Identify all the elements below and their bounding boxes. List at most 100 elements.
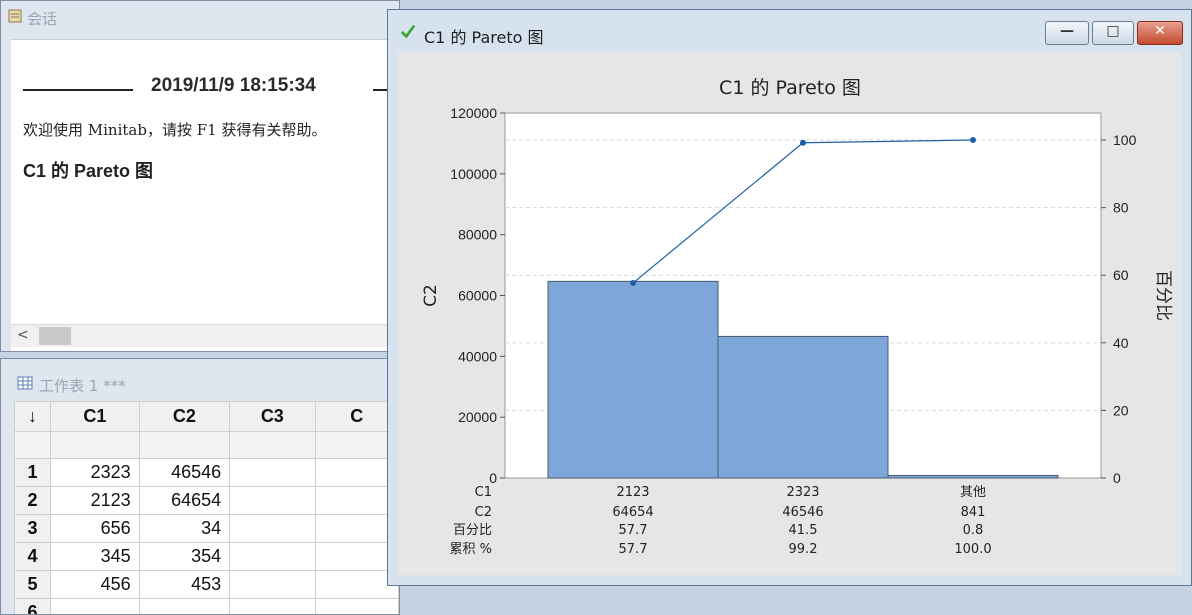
table-cell-value: 46546 (782, 505, 823, 520)
minimize-button[interactable]: — (1045, 21, 1089, 45)
table-row-label: C1 (475, 485, 492, 500)
y2-axis-label: 百分比 (1153, 270, 1173, 321)
table-cell-value: 64654 (612, 505, 653, 520)
y2-tick-label: 80 (1113, 200, 1129, 216)
cell[interactable]: 46546 (138, 458, 231, 487)
table-cell-value: 2123 (616, 485, 649, 500)
cell[interactable]: 456 (50, 570, 140, 599)
y-tick-label: 80000 (458, 227, 497, 243)
column-header[interactable]: C2 (138, 401, 231, 432)
close-icon: ✕ (1154, 23, 1166, 39)
bar (717, 335, 889, 479)
column-header[interactable]: C (314, 401, 399, 432)
table-cell-value: 57.7 (619, 523, 648, 538)
scroll-thumb[interactable] (39, 327, 71, 345)
table-cell-value: 其他 (960, 485, 986, 500)
column-name-cell[interactable] (314, 431, 399, 459)
session-titlebar[interactable]: 会话 (1, 1, 399, 31)
cell[interactable] (314, 542, 399, 571)
cumulative-percent-point (800, 139, 806, 146)
session-window: 会话 2019/11/9 18:15:34 欢迎使用 Minitab，请按 F1… (0, 0, 401, 352)
table-cell-value: 841 (961, 505, 986, 520)
cell[interactable] (229, 598, 316, 614)
row-number[interactable]: 3 (14, 514, 52, 543)
cell[interactable] (314, 514, 399, 543)
pareto-graph-window: C1 的 Pareto 图 — □ ✕ 0 20000 40000 60000 8000… (387, 9, 1192, 586)
bar (887, 474, 1059, 479)
data-direction-arrow-icon[interactable]: ↓ (14, 401, 52, 432)
y2-tick-label: 20 (1113, 402, 1129, 418)
table-cell-value: 100.0 (954, 542, 991, 557)
minimize-icon: — (1060, 23, 1074, 39)
row-number[interactable]: 4 (14, 542, 52, 571)
y-tick-label: 40000 (458, 348, 497, 364)
table-cell-value: 41.5 (789, 523, 818, 538)
table-row: 4 345 354 (14, 542, 399, 571)
y2-tick-label: 100 (1113, 132, 1137, 148)
table-cell-value: 57.7 (619, 542, 648, 557)
row-number[interactable]: 6 (14, 598, 52, 614)
bar (547, 280, 719, 479)
column-name-cell[interactable] (229, 431, 316, 459)
cell[interactable] (314, 458, 399, 487)
cell[interactable] (314, 486, 399, 515)
cell[interactable] (50, 598, 140, 614)
welcome-message: 欢迎使用 Minitab，请按 F1 获得有关帮助。 (23, 121, 327, 139)
scroll-left-arrow-icon[interactable]: < (17, 327, 29, 343)
pareto-chart: 0 20000 40000 60000 80000 100000 120000 0 20 40 60… (421, 77, 1173, 557)
cell[interactable] (314, 570, 399, 599)
session-scroll-icon (8, 9, 22, 23)
worksheet-title: 工作表 1 *** (39, 377, 126, 395)
y-tick-label: 0 (489, 470, 497, 486)
table-row-label: 累积 % (450, 542, 493, 557)
graph-window-title: C1 的 Pareto 图 (424, 28, 544, 47)
row-header (14, 431, 52, 459)
table-row: 1 2323 46546 (14, 458, 399, 487)
column-name-row (14, 431, 399, 459)
table-cell-value: 2323 (786, 485, 819, 500)
cell[interactable]: 64654 (138, 486, 231, 515)
cell[interactable] (229, 542, 316, 571)
column-header-row: ↓ C1 C2 C3 C (14, 401, 399, 432)
cell[interactable]: 453 (138, 570, 231, 599)
cell[interactable]: 2123 (50, 486, 140, 515)
cell[interactable] (138, 598, 231, 614)
session-horizontal-scrollbar[interactable]: < (11, 324, 401, 347)
maximize-button[interactable]: □ (1092, 21, 1134, 45)
column-header[interactable]: C1 (50, 401, 140, 432)
row-number[interactable]: 5 (14, 570, 52, 599)
table-row-label: 百分比 (453, 523, 492, 538)
cell[interactable]: 34 (138, 514, 231, 543)
column-name-cell[interactable] (138, 431, 231, 459)
row-number[interactable]: 1 (14, 458, 52, 487)
column-header[interactable]: C3 (229, 401, 316, 432)
row-number[interactable]: 2 (14, 486, 52, 515)
cell[interactable] (229, 486, 316, 515)
cell[interactable] (314, 598, 399, 614)
session-title: 会话 (27, 10, 58, 28)
cell[interactable]: 354 (138, 542, 231, 571)
cell[interactable] (229, 514, 316, 543)
worksheet-titlebar[interactable]: 工作表 1 *** (1, 359, 399, 399)
cell[interactable] (229, 570, 316, 599)
cumulative-percent-point (970, 137, 976, 144)
timestamp-rule-left (23, 89, 133, 91)
table-cell-value: 0.8 (963, 523, 984, 538)
graph-canvas: 0 20000 40000 60000 80000 100000 120000 0 20 40 60… (398, 52, 1181, 575)
y-tick-label: 120000 (450, 105, 497, 121)
cell[interactable] (229, 458, 316, 487)
cell[interactable]: 2323 (50, 458, 140, 487)
chart-title: C1 的 Pareto 图 (719, 77, 861, 99)
y2-tick-label: 60 (1113, 267, 1129, 283)
cumulative-percent-point (630, 279, 636, 286)
column-name-cell[interactable] (50, 431, 140, 459)
worksheet-window: 工作表 1 *** ↓ C1 C2 C3 C 1 2323 46546 2 21… (0, 358, 400, 615)
close-button[interactable]: ✕ (1137, 21, 1183, 45)
worksheet-grid[interactable]: ↓ C1 C2 C3 C 1 2323 46546 2 2123 64654 3… (14, 401, 399, 614)
cell[interactable]: 656 (50, 514, 140, 543)
graph-titlebar[interactable]: C1 的 Pareto 图 — □ ✕ (388, 10, 1191, 47)
cell[interactable]: 345 (50, 542, 140, 571)
maximize-icon: □ (1106, 23, 1120, 39)
y2-tick-label: 0 (1113, 470, 1121, 486)
session-output-heading: C1 的 Pareto 图 (23, 161, 154, 181)
